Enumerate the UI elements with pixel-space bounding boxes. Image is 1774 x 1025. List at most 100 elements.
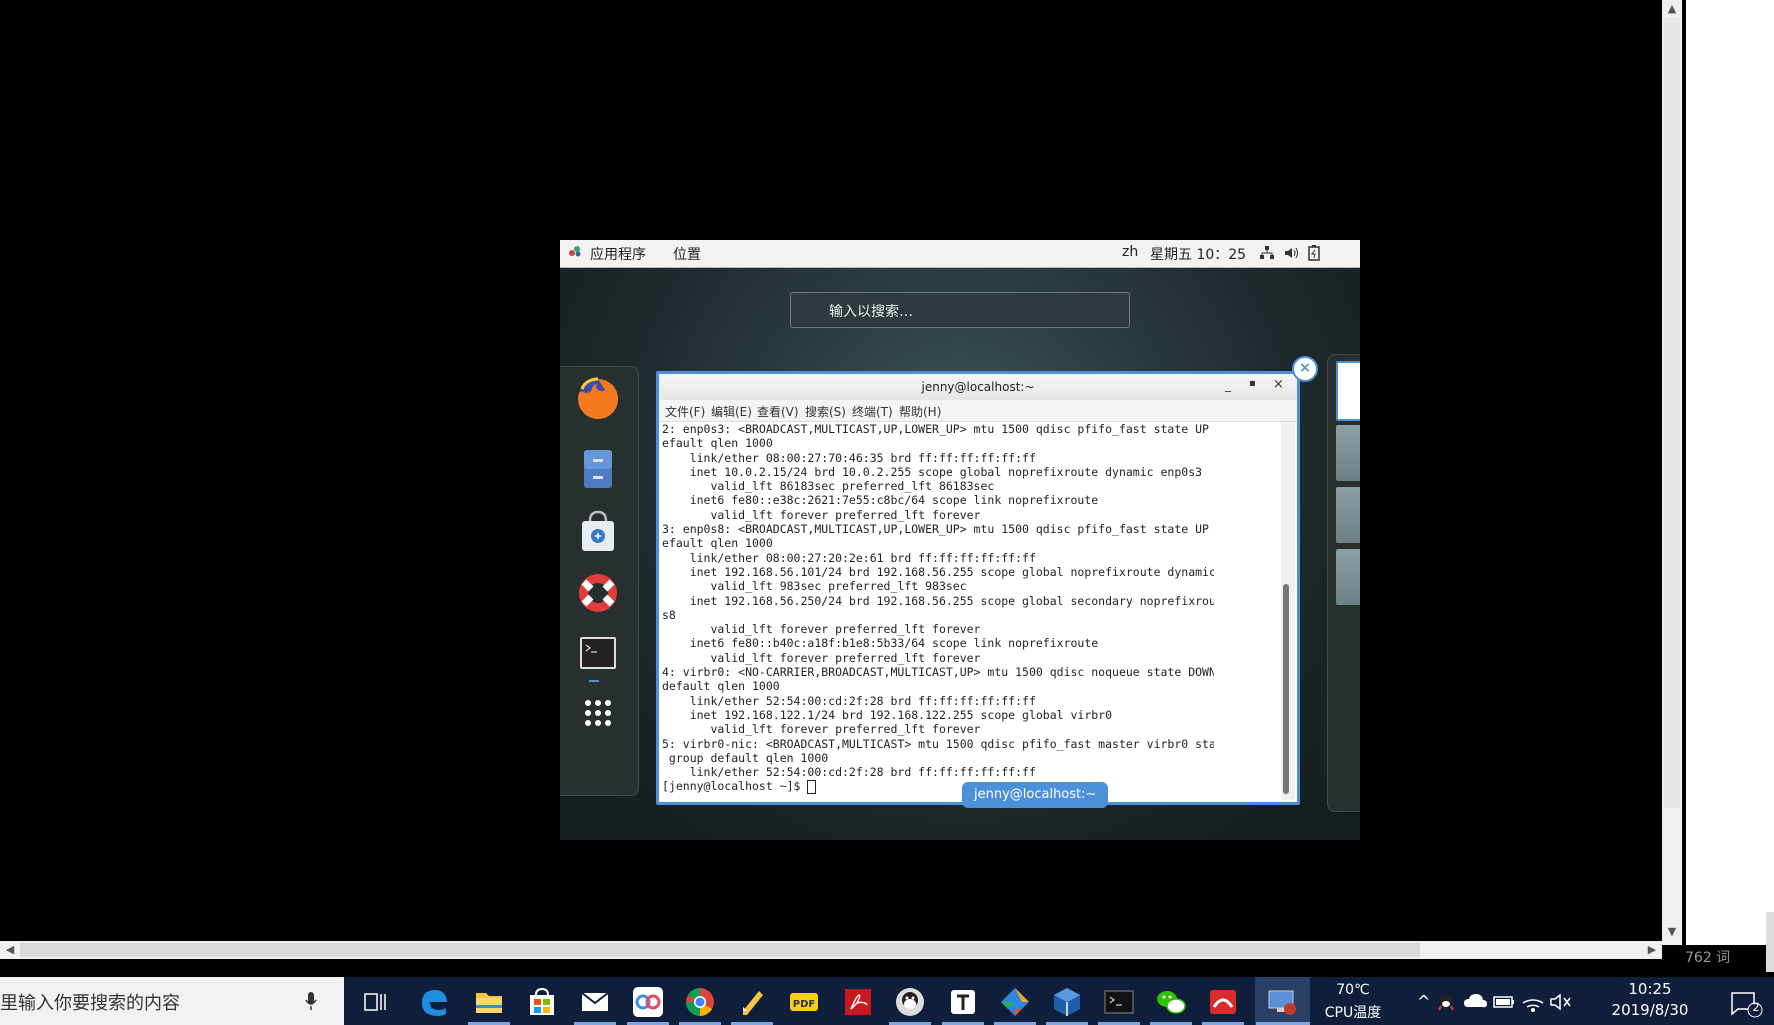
menu-file[interactable]: 文件(F) — [665, 403, 705, 420]
chrome-icon[interactable] — [683, 985, 717, 1019]
remote-desktop-icon[interactable] — [1265, 985, 1299, 1019]
clock-time[interactable]: 10:25 — [1610, 980, 1690, 998]
terminal-line: efault qlen 1000 — [662, 436, 773, 451]
vm-screen[interactable]: 应用程序 位置 zh 星期五 10：25 输入以搜索… jenny@localh… — [560, 240, 1360, 840]
terminal-line: inet6 fe80::b40c:a18f:b1e8:5b33/64 scope… — [662, 636, 1099, 651]
typora-icon[interactable] — [946, 985, 980, 1019]
terminal-icon[interactable] — [576, 631, 620, 675]
terminal-line: link/ether 52:54:00:cd:2f:28 brd ff:ff:f… — [662, 765, 1036, 780]
task-view-icon[interactable] — [357, 985, 391, 1019]
close-window-icon[interactable]: × — [1292, 356, 1318, 382]
menu-terminal[interactable]: 终端(T) — [852, 403, 893, 420]
terminal-line: valid_lft 983sec preferred_lft 983sec — [662, 579, 967, 594]
git-tool-icon[interactable] — [998, 985, 1032, 1019]
power-icon[interactable] — [1308, 245, 1320, 265]
word-count: 762 词 — [1685, 950, 1731, 966]
terminal-line: 3: enp0s8: <BROADCAST,MULTICAST,UP,LOWER… — [662, 522, 1214, 537]
terminal-line: group default qlen 1000 — [662, 750, 829, 765]
wifi-icon[interactable] — [1520, 985, 1546, 1019]
wechat-icon[interactable] — [1154, 985, 1188, 1019]
show-apps-grid-icon[interactable] — [576, 691, 620, 735]
notification-count: 2 — [1752, 1001, 1760, 1014]
terminal-line: inet 192.168.122.1/24 brd 192.168.122.25… — [662, 707, 1113, 722]
terminal-line: valid_lft forever preferred_lft forever — [662, 507, 981, 522]
terminal-scroll-thumb[interactable] — [1283, 584, 1289, 794]
terminal-line: 5: virbr0-nic: <BROADCAST,MULTICAST> mtu… — [662, 736, 1214, 751]
volume-muted-icon[interactable] — [1548, 985, 1574, 1019]
terminal-output[interactable]: 2: enp0s3: <BROADCAST,MULTICAST,UP,LOWER… — [662, 422, 1214, 800]
software-center-icon[interactable] — [576, 509, 620, 553]
activities-search-input[interactable]: 输入以搜索… — [790, 292, 1130, 328]
workspace-4-thumbnail[interactable] — [1336, 549, 1360, 605]
cpu-temperature: 70℃ — [1336, 982, 1370, 998]
taskbar-search-text: 里输入你要搜索的内容 — [0, 993, 180, 1014]
workspace-3-thumbnail[interactable] — [1336, 487, 1360, 543]
store-icon[interactable] — [525, 985, 559, 1019]
terminal-line: default qlen 1000 — [662, 679, 780, 694]
horizontal-scroll-thumb[interactable] — [20, 943, 1420, 957]
gnome-dash — [560, 366, 639, 796]
menu-search[interactable]: 搜索(S) — [805, 403, 846, 420]
terminal-title: jenny@localhost:~ — [659, 374, 1297, 401]
terminal-window[interactable]: jenny@localhost:~ _ ▪ × 文件(F) 编辑(E) 查看(V… — [656, 371, 1300, 805]
running-indicator — [589, 680, 599, 682]
terminal-line: link/ether 52:54:00:cd:2f:28 brd ff:ff:f… — [662, 693, 1036, 708]
acrobat-icon[interactable] — [841, 985, 875, 1019]
virtualbox-icon[interactable] — [1050, 985, 1084, 1019]
workspace-1-thumbnail[interactable] — [1336, 361, 1360, 421]
clock[interactable]: 星期五 10：25 — [1150, 244, 1246, 264]
terminal-line: inet 192.168.56.101/24 brd 192.168.56.25… — [662, 564, 1214, 579]
battery-icon[interactable] — [1491, 985, 1517, 1019]
taskbar-search-box[interactable]: 里输入你要搜索的内容 — [0, 977, 344, 1025]
terminal-line: inet6 fe80::e38c:2621:7e55:c8bc/64 scope… — [662, 493, 1099, 508]
applications-menu[interactable]: 应用程序 — [590, 244, 646, 264]
maximize-button[interactable]: ▪ — [1249, 378, 1256, 389]
terminal-line: link/ether 08:00:27:70:46:35 brd ff:ff:f… — [662, 450, 1036, 465]
scroll-left-icon[interactable]: ◀ — [0, 941, 20, 959]
cmd-icon[interactable] — [1102, 985, 1136, 1019]
terminal-line: valid_lft forever preferred_lft forever — [662, 722, 981, 737]
minimize-button[interactable]: _ — [1225, 378, 1231, 392]
terminal-menubar: 文件(F) 编辑(E) 查看(V) 搜索(S) 终端(T) 帮助(H) — [659, 400, 1297, 422]
places-menu[interactable]: 位置 — [673, 244, 701, 264]
file-explorer-icon[interactable] — [472, 985, 506, 1019]
terminal-line: 2: enp0s3: <BROADCAST,MULTICAST,UP,LOWER… — [662, 422, 1214, 436]
cpu-temperature-label: CPU温度 — [1324, 1005, 1382, 1021]
apps-logo-icon[interactable] — [568, 244, 582, 262]
volume-icon[interactable] — [1284, 246, 1298, 264]
firefox-icon[interactable] — [576, 377, 620, 421]
workspace-2-thumbnail[interactable] — [1336, 425, 1360, 481]
microphone-icon[interactable] — [304, 986, 318, 1014]
vertical-scroll-thumb[interactable] — [1664, 18, 1680, 808]
input-language[interactable]: zh — [1122, 244, 1138, 260]
terminal-line: [jenny@localhost ~]$ — [662, 779, 1214, 794]
cloud-icon[interactable] — [1462, 985, 1488, 1019]
edge-browser-icon[interactable] — [416, 985, 450, 1019]
clock-date[interactable]: 2019/8/30 — [1610, 1001, 1690, 1019]
search-placeholder: 输入以搜索… — [829, 304, 913, 320]
pen-app-icon[interactable] — [735, 985, 769, 1019]
host-document-panel — [1686, 0, 1774, 945]
pdf-reader-icon[interactable]: PDF — [787, 985, 821, 1019]
terminal-line: s8 — [662, 607, 676, 622]
mail-icon[interactable] — [578, 985, 612, 1019]
terminal-line: valid_lft 86183sec preferred_lft 86183se… — [662, 479, 995, 494]
close-button[interactable]: × — [1273, 377, 1284, 392]
qq-tray-icon[interactable] — [1435, 985, 1457, 1019]
menu-view[interactable]: 查看(V) — [757, 403, 799, 420]
qq-icon[interactable] — [893, 985, 927, 1019]
terminal-line: valid_lft forever preferred_lft forever — [662, 622, 981, 637]
file-manager-icon[interactable] — [576, 447, 620, 491]
menu-edit[interactable]: 编辑(E) — [711, 403, 752, 420]
network-icon[interactable] — [1260, 246, 1274, 264]
terminal-line: 4: virbr0: <NO-CARRIER,BROADCAST,MULTICA… — [662, 665, 1214, 680]
host-edge-bar — [1766, 912, 1774, 972]
chevron-up-icon[interactable]: ^ — [1417, 992, 1430, 1011]
scroll-up-icon[interactable]: ▲ — [1662, 0, 1682, 18]
menu-help[interactable]: 帮助(H) — [899, 403, 941, 420]
baidu-netdisk-icon[interactable] — [631, 985, 665, 1019]
scroll-right-icon[interactable]: ▶ — [1642, 941, 1662, 959]
help-icon[interactable] — [576, 571, 620, 615]
office-app-icon[interactable] — [1206, 985, 1240, 1019]
scroll-down-icon[interactable]: ▼ — [1662, 923, 1682, 941]
